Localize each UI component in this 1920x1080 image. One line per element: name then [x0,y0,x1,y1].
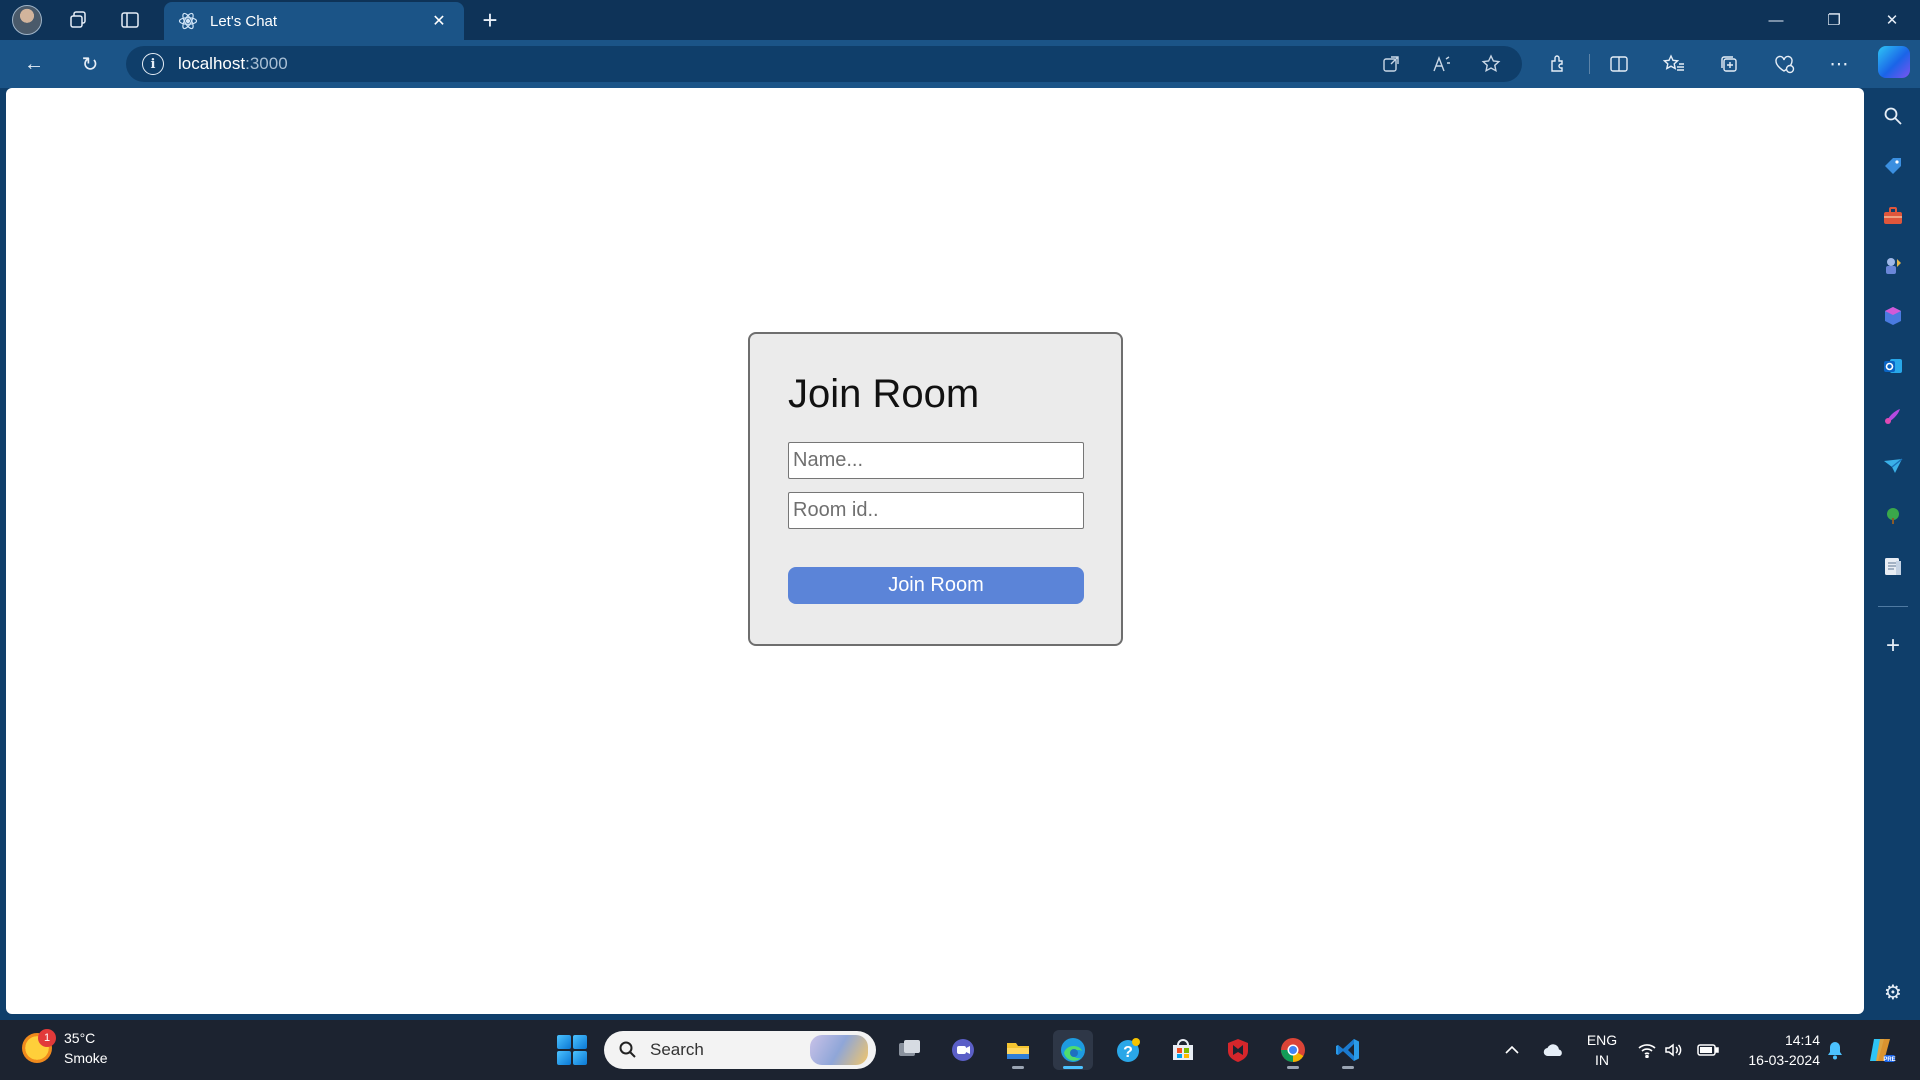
sidebar-settings-icon[interactable]: ⚙ [1879,978,1907,1006]
svg-text:PRE: PRE [1883,1057,1895,1063]
address-bar[interactable]: i localhost:3000 [126,46,1522,82]
collections-icon[interactable] [1710,47,1748,81]
search-icon[interactable] [1879,102,1907,130]
svg-text:?: ? [1123,1044,1133,1061]
copilot-icon[interactable] [1878,46,1910,78]
notifications-bell-icon[interactable] [1824,1039,1846,1061]
edge-browser-icon[interactable] [1053,1030,1093,1070]
search-highlight-image [810,1035,868,1065]
volume-icon[interactable] [1663,1039,1685,1061]
language-code: ENG [1586,1032,1618,1048]
new-tab-button[interactable]: + [474,4,506,36]
start-button[interactable] [557,1035,587,1065]
tab-title: Let's Chat [210,12,278,30]
browser-titlebar: Let's Chat ✕ + — ❐ ✕ [0,0,1920,40]
tab-close-icon[interactable]: ✕ [428,10,450,32]
url-host: localhost [178,54,246,73]
help-icon[interactable]: ? [1108,1030,1148,1070]
send-icon[interactable] [1879,452,1907,480]
read-aloud-icon[interactable] [1425,47,1459,81]
favorite-star-icon[interactable] [1474,47,1508,81]
tab-lets-chat[interactable]: Let's Chat ✕ [164,2,464,40]
profile-avatar[interactable] [12,5,42,35]
wifi-icon[interactable] [1636,1039,1658,1061]
browser-essentials-icon[interactable] [1765,47,1803,81]
mcafee-icon[interactable] [1218,1030,1258,1070]
windows-logo-tile [573,1051,587,1065]
active-indicator [1063,1066,1083,1069]
search-icon [616,1038,640,1062]
running-indicator [1287,1066,1299,1069]
sidebar-divider [1878,606,1908,607]
windows-logo-tile [573,1035,587,1049]
toolbar-divider [1589,54,1590,74]
chrome-icon[interactable] [1273,1030,1313,1070]
windows-logo-tile [557,1035,571,1049]
chevron-up-icon[interactable] [1501,1039,1523,1061]
refresh-button[interactable]: ↻ [72,48,108,80]
microsoft-365-icon[interactable] [1879,302,1907,330]
site-info-icon[interactable]: i [142,53,164,75]
clock[interactable]: 14:14 16-03-2024 [1726,1030,1820,1070]
weather-widget[interactable]: 1 35°C Smoke [22,1028,108,1068]
react-logo-icon [178,11,198,31]
more-icon[interactable]: ⋯ [1820,47,1858,81]
url-port: :3000 [245,54,288,73]
microsoft-store-icon[interactable] [1163,1030,1203,1070]
minimize-button[interactable]: — [1748,0,1804,40]
extensions-icon[interactable] [1539,47,1577,81]
file-explorer-icon[interactable] [998,1030,1038,1070]
vscode-icon[interactable] [1328,1030,1368,1070]
outlook-icon[interactable] [1879,352,1907,380]
teams-chat-icon[interactable] [943,1030,983,1070]
language-indicator[interactable]: ENG IN [1580,1030,1624,1070]
close-window-button[interactable]: ✕ [1864,0,1920,40]
restore-button[interactable]: ❐ [1806,0,1862,40]
workspaces-icon[interactable] [62,4,94,36]
back-button[interactable]: ← [16,48,52,80]
shopping-tag-icon[interactable] [1879,152,1907,180]
browser-toolbar: ← ↻ i localhost:3000 ⋯ [0,40,1920,88]
join-room-card: Join Room Join Room [748,332,1123,646]
onedrive-cloud-icon[interactable] [1541,1039,1567,1061]
language-region: IN [1595,1052,1609,1068]
room-id-input[interactable] [788,492,1084,529]
weather-sun-icon: 1 [22,1029,56,1063]
notification-badge: 1 [38,1029,56,1047]
windows-taskbar: 1 35°C Smoke Search ? ENG IN 14:14 16-03… [0,1020,1920,1080]
running-indicator [1342,1066,1354,1069]
tools-icon[interactable] [1879,202,1907,230]
task-view-icon[interactable] [889,1030,929,1070]
clock-date: 16-03-2024 [1748,1052,1820,1068]
edge-sidebar: + ⚙ [1866,88,1920,1014]
windows-logo-tile [557,1051,571,1065]
designer-icon[interactable] [1879,402,1907,430]
running-indicator [1012,1066,1024,1069]
clock-time: 14:14 [1784,1032,1820,1048]
weather-condition: Smoke [64,1050,108,1066]
battery-icon[interactable] [1697,1039,1719,1061]
web-page: Join Room Join Room [6,88,1864,1014]
popout-icon[interactable] [1374,47,1408,81]
taskbar-search[interactable]: Search [604,1031,876,1069]
favorites-icon[interactable] [1655,47,1693,81]
vertical-tabs-icon[interactable] [114,4,146,36]
copilot-taskbar-icon[interactable]: PRE [1866,1035,1896,1065]
split-screen-icon[interactable] [1600,47,1638,81]
games-icon[interactable] [1879,252,1907,280]
add-app-icon[interactable]: + [1879,632,1907,660]
join-room-heading: Join Room [788,372,980,416]
search-label: Search [650,1040,704,1059]
tree-icon[interactable] [1879,502,1907,530]
join-room-button[interactable]: Join Room [788,567,1084,604]
notes-icon[interactable] [1879,552,1907,580]
name-input[interactable] [788,442,1084,479]
weather-temperature: 35°C [64,1030,96,1046]
